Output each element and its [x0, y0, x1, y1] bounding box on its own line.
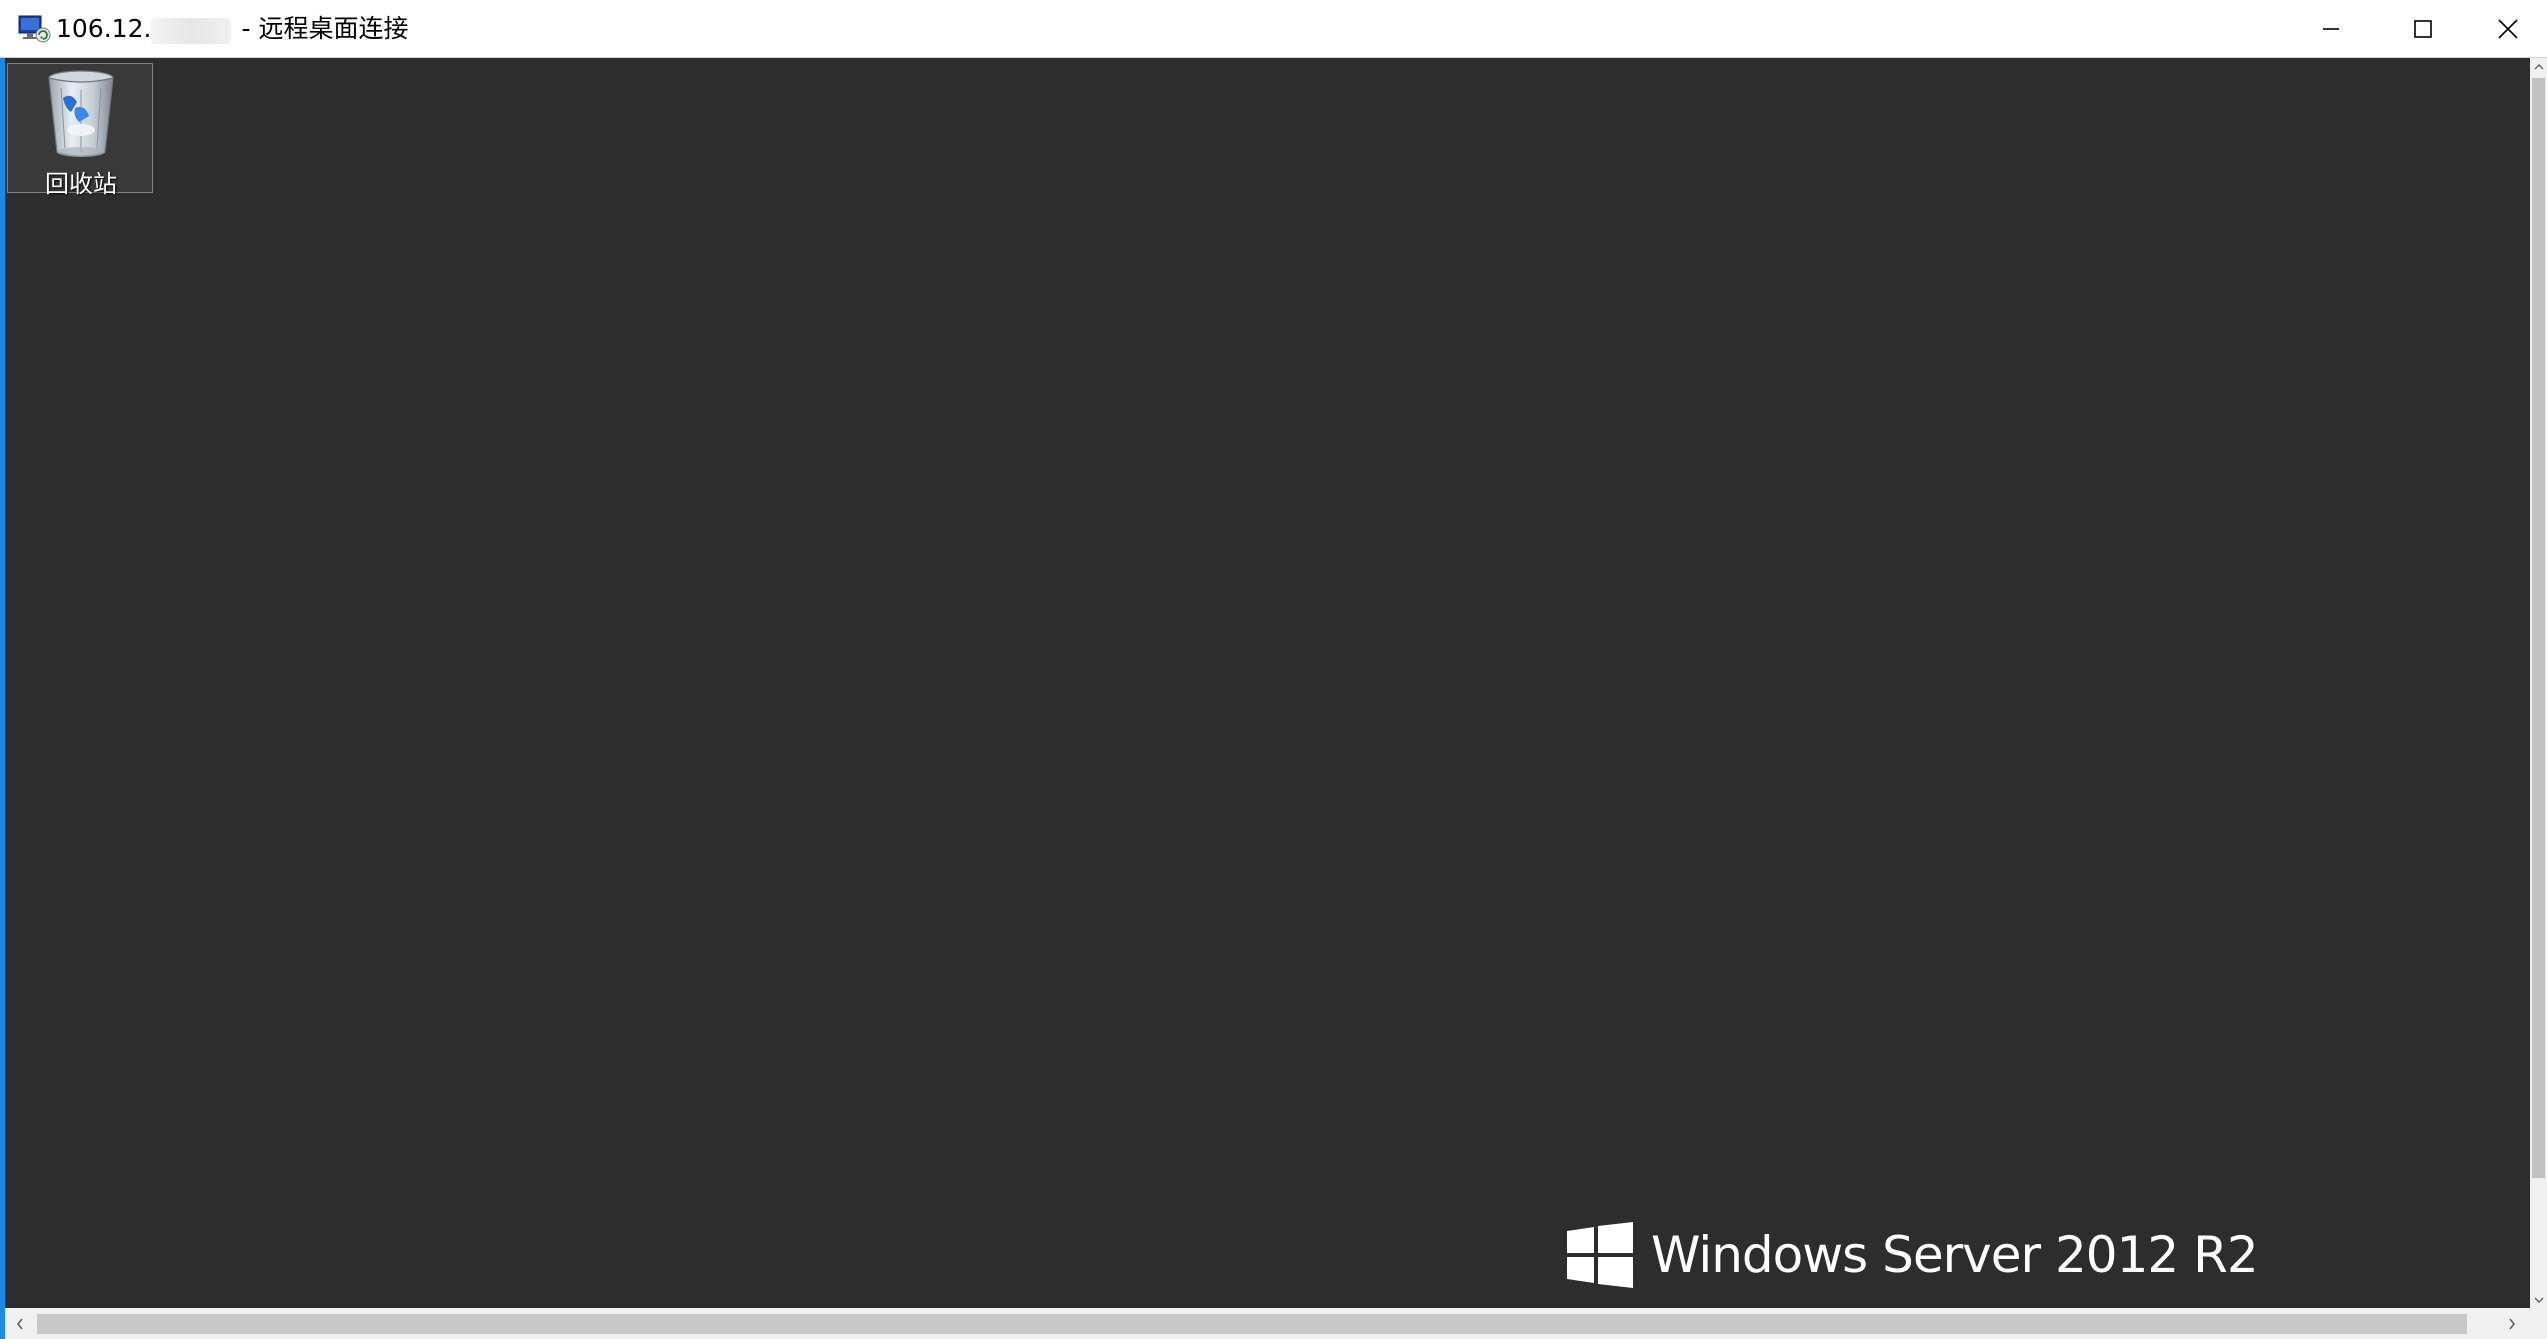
remote-desktop-area[interactable]: 回收站 Windows Server 2012 R2	[5, 58, 2530, 1308]
close-icon	[2498, 19, 2518, 39]
chevron-down-icon	[2534, 1297, 2543, 1303]
window-title: 106.12. - 远程桌面连接	[56, 12, 408, 46]
remote-desktop-icon	[18, 15, 51, 43]
maximize-icon	[2414, 20, 2432, 38]
os-version-text: Windows Server 2012 R2	[1651, 1226, 2259, 1284]
minimize-button[interactable]	[2285, 0, 2377, 58]
minimize-icon	[2323, 28, 2339, 30]
chevron-up-icon	[2534, 63, 2543, 69]
chevron-left-icon	[16, 1318, 23, 1329]
scroll-up-button[interactable]	[2530, 58, 2547, 75]
recycle-bin-icon	[48, 70, 114, 157]
windows-logo-icon	[1567, 1222, 1633, 1288]
title-app-name: 远程桌面连接	[258, 14, 409, 43]
title-ip-address: 106.12.	[56, 14, 152, 43]
close-button[interactable]	[2469, 0, 2547, 58]
vertical-scrollbar[interactable]	[2530, 58, 2547, 1308]
horizontal-scrollbar[interactable]	[5, 1308, 2547, 1339]
scrollbar-corner	[2530, 1308, 2547, 1339]
scroll-left-button[interactable]	[5, 1308, 35, 1339]
horizontal-scroll-thumb[interactable]	[37, 1314, 2467, 1334]
desktop-icon-recycle-bin[interactable]: 回收站	[7, 63, 153, 198]
title-separator: -	[241, 14, 251, 43]
desktop-icon-label: 回收站	[45, 170, 117, 198]
remote-desktop-window: 106.12. - 远程桌面连接 回收站 Windows Server 2012…	[0, 0, 2547, 1339]
redacted-ip-segment	[151, 18, 232, 44]
maximize-button[interactable]	[2377, 0, 2469, 58]
chevron-right-icon	[2509, 1318, 2516, 1329]
vertical-scroll-thumb[interactable]	[2532, 78, 2545, 1178]
title-bar[interactable]: 106.12. - 远程桌面连接	[0, 0, 2547, 58]
scroll-down-button[interactable]	[2530, 1291, 2547, 1308]
windows-server-branding: Windows Server 2012 R2	[1567, 1220, 2259, 1290]
scroll-right-button[interactable]	[2497, 1308, 2527, 1339]
